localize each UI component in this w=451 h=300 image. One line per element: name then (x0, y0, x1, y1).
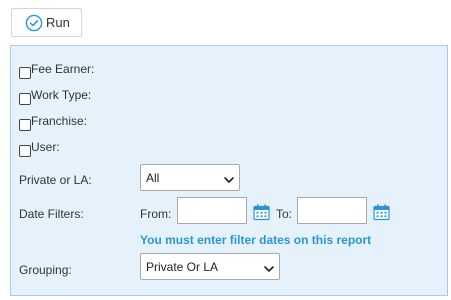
grouping-select[interactable]: Private Or LA (140, 253, 280, 280)
fee-earner-checkbox[interactable] (19, 67, 31, 79)
from-label: From: (140, 207, 172, 221)
fee-earner-label: Fee Earner: (31, 62, 95, 76)
franchise-row: Franchise: (19, 114, 88, 131)
check-circle-icon (25, 14, 43, 32)
to-calendar-icon[interactable] (373, 204, 390, 221)
work-type-label: Work Type: (31, 88, 92, 102)
grouping-selected: Private Or LA (146, 259, 219, 274)
work-type-row: Work Type: (19, 88, 92, 105)
run-button[interactable]: Run (11, 8, 82, 37)
grouping-label: Grouping: (19, 263, 72, 277)
private-or-la-select[interactable]: All (140, 164, 240, 191)
to-label: To: (276, 207, 293, 221)
franchise-label: Franchise: (31, 114, 88, 128)
chevron-down-icon (224, 173, 234, 183)
fee-earner-row: Fee Earner: (19, 62, 95, 79)
filter-panel: Fee Earner: Work Type: Franchise: User: … (10, 45, 448, 296)
user-label: User: (31, 140, 60, 154)
from-calendar-icon[interactable] (253, 204, 270, 221)
franchise-checkbox[interactable] (19, 119, 31, 131)
chevron-down-icon (264, 262, 274, 272)
date-filters-label: Date Filters: (19, 207, 84, 221)
private-or-la-label: Private or LA: (19, 173, 92, 187)
user-checkbox[interactable] (19, 145, 31, 157)
to-date-input[interactable] (297, 197, 367, 224)
date-warning-message: You must enter filter dates on this repo… (140, 233, 372, 247)
run-button-label: Run (46, 15, 70, 30)
work-type-checkbox[interactable] (19, 93, 31, 105)
user-row: User: (19, 140, 60, 157)
private-or-la-selected: All (146, 170, 160, 185)
from-date-input[interactable] (177, 197, 247, 224)
